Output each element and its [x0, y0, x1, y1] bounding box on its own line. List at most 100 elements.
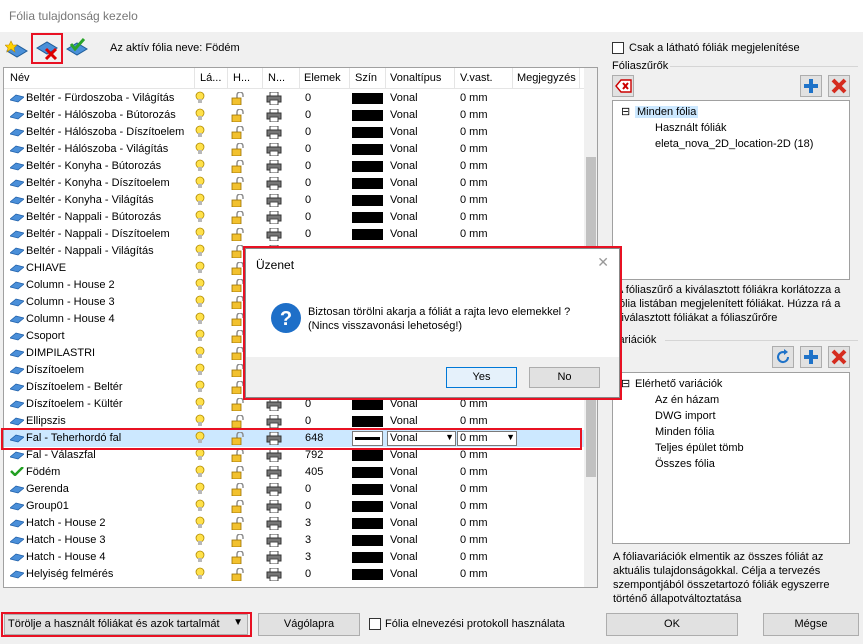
lock-open-icon[interactable] [231, 551, 245, 564]
printer-icon[interactable] [266, 415, 282, 428]
color-swatch[interactable] [352, 178, 383, 189]
table-row[interactable]: Beltér - Nappali - Díszítoelem 0 Vonal 0 mm [4, 226, 584, 243]
table-row[interactable]: Beltér - Konyha - Bútorozás 0 Vonal 0 mm [4, 158, 584, 175]
visibility-bulb-icon[interactable] [195, 261, 205, 275]
lock-open-icon[interactable] [231, 109, 245, 122]
printer-icon[interactable] [266, 126, 282, 139]
visibility-bulb-icon[interactable] [195, 295, 205, 309]
visibility-bulb-icon[interactable] [195, 227, 205, 241]
table-row[interactable]: Hatch - House 2 3 Vonal 0 mm [4, 515, 584, 532]
table-row[interactable]: Hatch - House 4 3 Vonal 0 mm [4, 549, 584, 566]
visibility-bulb-icon[interactable] [195, 550, 205, 564]
header-print[interactable]: N... [268, 72, 292, 84]
visibility-bulb-icon[interactable] [195, 142, 205, 156]
visibility-bulb-icon[interactable] [195, 448, 205, 462]
table-row[interactable]: Beltér - Hálószoba - Bútorozás 0 Vonal 0 mm [4, 107, 584, 124]
visible-only-checkbox[interactable] [612, 42, 624, 54]
filter-root[interactable]: Minden fólia [635, 106, 699, 118]
color-swatch[interactable] [352, 535, 383, 546]
lock-open-icon[interactable] [231, 415, 245, 428]
table-row[interactable]: Beltér - Konyha - Díszítoelem 0 Vonal 0 mm [4, 175, 584, 192]
lock-open-icon[interactable] [231, 160, 245, 173]
printer-icon[interactable] [266, 160, 282, 173]
header-linetype[interactable]: Vonaltípus [390, 72, 441, 84]
variation-item[interactable]: DWG import [655, 410, 716, 422]
color-swatch[interactable] [352, 518, 383, 529]
visibility-bulb-icon[interactable] [195, 397, 205, 411]
filter-item[interactable]: eleta_nova_2D_location-2D (18) [655, 138, 813, 150]
visibility-bulb-icon[interactable] [195, 482, 205, 496]
visibility-bulb-icon[interactable] [195, 159, 205, 173]
printer-icon[interactable] [266, 551, 282, 564]
visibility-bulb-icon[interactable] [195, 329, 205, 343]
tree-collapse-icon[interactable]: ⊟ [621, 377, 630, 390]
visibility-bulb-icon[interactable] [195, 108, 205, 122]
clipboard-button[interactable]: Vágólapra [258, 613, 360, 636]
printer-icon[interactable] [266, 109, 282, 122]
visibility-bulb-icon[interactable] [195, 91, 205, 105]
printer-icon[interactable] [266, 143, 282, 156]
lock-open-icon[interactable] [231, 177, 245, 190]
lock-open-icon[interactable] [231, 500, 245, 513]
color-swatch[interactable] [352, 552, 383, 563]
remove-filter-button[interactable] [828, 75, 850, 97]
color-swatch[interactable] [352, 161, 383, 172]
visibility-bulb-icon[interactable] [195, 516, 205, 530]
variation-item[interactable]: Összes fólia [655, 458, 715, 470]
delete-filter-button[interactable] [612, 75, 634, 97]
color-swatch[interactable] [352, 195, 383, 206]
table-row[interactable]: Hatch - House 3 3 Vonal 0 mm [4, 532, 584, 549]
filter-item[interactable]: Használt fóliák [655, 122, 727, 134]
printer-icon[interactable] [266, 517, 282, 530]
printer-icon[interactable] [266, 466, 282, 479]
refresh-variation-button[interactable] [772, 346, 794, 368]
table-row[interactable]: Beltér - Nappali - Bútorozás 0 Vonal 0 mm [4, 209, 584, 226]
visibility-bulb-icon[interactable] [195, 533, 205, 547]
lock-open-icon[interactable] [231, 228, 245, 241]
color-swatch[interactable] [352, 467, 383, 478]
lock-open-icon[interactable] [231, 466, 245, 479]
cancel-button[interactable]: Mégse [763, 613, 859, 636]
visibility-bulb-icon[interactable] [195, 499, 205, 513]
visibility-bulb-icon[interactable] [195, 244, 205, 258]
add-variation-button[interactable] [800, 346, 822, 368]
ok-button[interactable]: OK [606, 613, 738, 636]
table-row[interactable]: Group01 0 Vonal 0 mm [4, 498, 584, 515]
table-row[interactable]: Beltér - Konyha - Világítás 0 Vonal 0 mm [4, 192, 584, 209]
variation-root[interactable]: Elérhető variációk [635, 378, 722, 390]
color-swatch[interactable] [352, 450, 383, 461]
variation-item[interactable]: Az én házam [655, 394, 719, 406]
header-color[interactable]: Szín [355, 72, 377, 84]
table-row[interactable]: Gerenda 0 Vonal 0 mm [4, 481, 584, 498]
visibility-bulb-icon[interactable] [195, 193, 205, 207]
color-swatch[interactable] [352, 416, 383, 427]
printer-icon[interactable] [266, 500, 282, 513]
lock-open-icon[interactable] [231, 92, 245, 105]
header-lock[interactable]: H... [233, 72, 257, 84]
header-elements[interactable]: Elemek [304, 72, 341, 84]
visibility-bulb-icon[interactable] [195, 210, 205, 224]
header-note[interactable]: Megjegyzés [517, 72, 576, 84]
lock-open-icon[interactable] [231, 143, 245, 156]
table-row[interactable]: Beltér - Hálószoba - Díszítoelem 0 Vonal 0 … [4, 124, 584, 141]
color-swatch[interactable] [352, 127, 383, 138]
lock-open-icon[interactable] [231, 194, 245, 207]
printer-icon[interactable] [266, 194, 282, 207]
visibility-bulb-icon[interactable] [195, 465, 205, 479]
visibility-bulb-icon[interactable] [195, 380, 205, 394]
table-row[interactable]: Beltér - Hálószoba - Világítás 0 Vonal 0 mm [4, 141, 584, 158]
lock-open-icon[interactable] [231, 534, 245, 547]
variation-item[interactable]: Minden fólia [655, 426, 714, 438]
visibility-bulb-icon[interactable] [195, 312, 205, 326]
color-swatch[interactable] [352, 110, 383, 121]
table-row[interactable]: Beltér - Fürdoszoba - Világítás 0 Vonal 0 m… [4, 90, 584, 107]
lock-open-icon[interactable] [231, 568, 245, 581]
printer-icon[interactable] [266, 534, 282, 547]
visibility-bulb-icon[interactable] [195, 176, 205, 190]
visibility-bulb-icon[interactable] [195, 567, 205, 581]
printer-icon[interactable] [266, 211, 282, 224]
table-row[interactable]: Helyiség felmérés 0 Vonal 0 mm [4, 566, 584, 583]
remove-variation-button[interactable] [828, 346, 850, 368]
color-swatch[interactable] [352, 399, 383, 410]
visibility-bulb-icon[interactable] [195, 346, 205, 360]
